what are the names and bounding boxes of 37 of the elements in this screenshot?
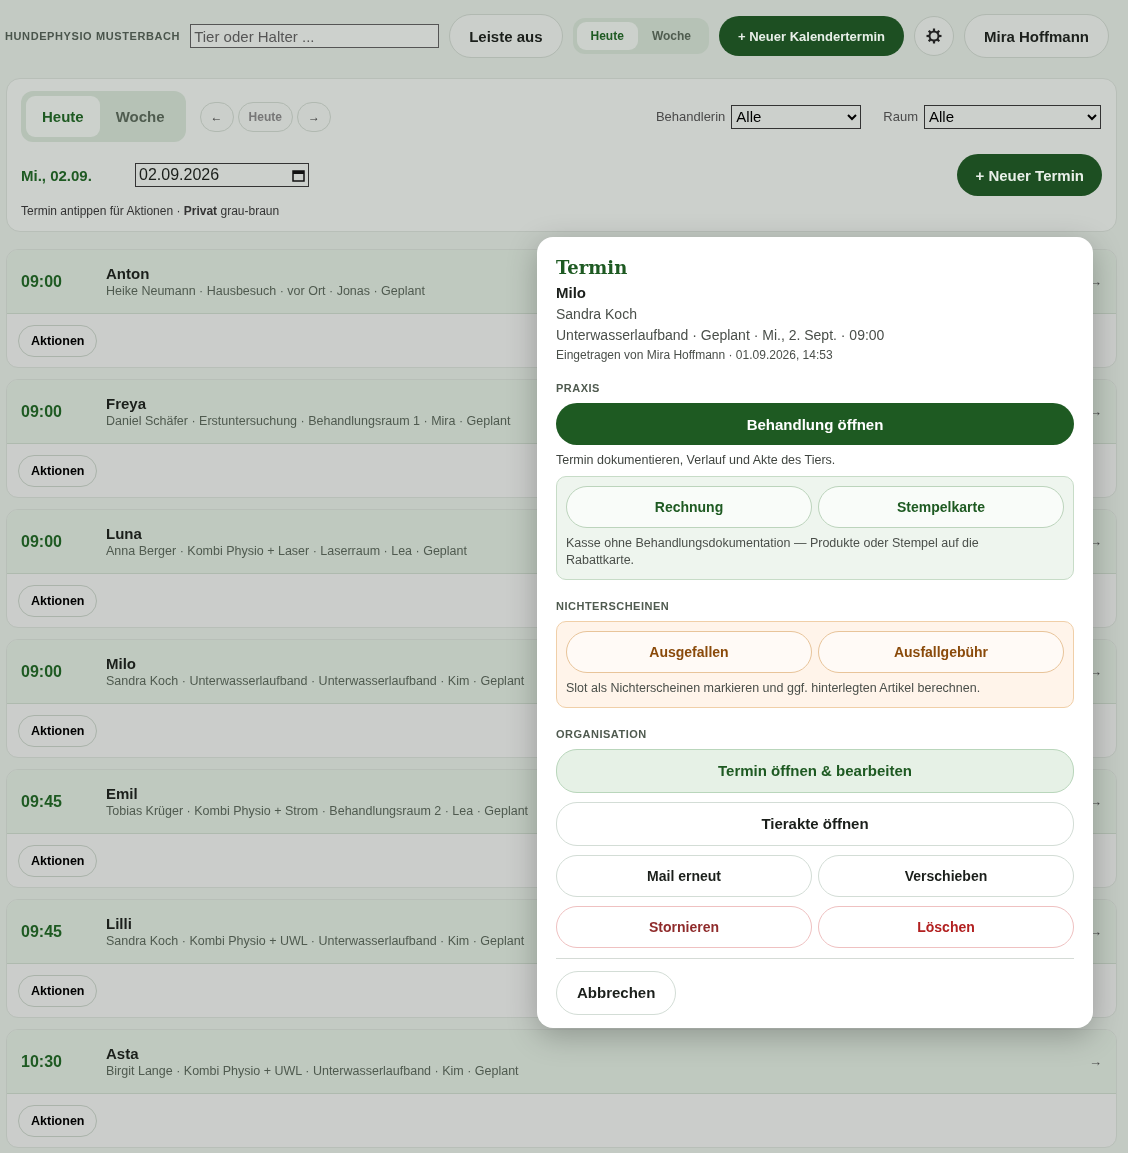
appointment-summary: Unterwasserlaufband · Geplant · Mi., 2. Sept. · 09:00 [556,327,886,343]
appointment-details: Heike Neumann · Hausbesuch · vor Ort · Jonas · Geplant [106,284,425,298]
appointment-details: Sandra Koch · Kombi Physio + UWL · Unterwasserlaufband · Kim · Geplant [106,934,525,948]
animal-name: Milo [106,655,137,672]
appointment-time: 09:00 [21,662,63,681]
helper-text: Termin dokumentieren, Verlauf und Akte des Tiers. [556,453,837,467]
appointment-time: 09:00 [21,532,63,551]
appointment-details: Anna Berger · Kombi Physio + Laser · Laserraum · Lea · Geplant [106,544,467,558]
appointment-details: Sandra Koch · Unterwasserlaufband · Unterwasserlaufband · Kim · Geplant [106,674,525,688]
section-heading: ORGANISATION [556,727,648,740]
section-heading: PRAXIS [556,382,601,394]
dialog-title: Termin [556,257,629,278]
entry-info: Eingetragen von Mira Hoffmann · 01.09.2026, 14:53 [556,348,834,362]
animal-name: Luna [106,525,143,542]
animal-name: Milo [556,284,587,301]
filter-label: Behandlerin [655,109,726,124]
hint-text: Termin antippen für Aktionen · Privat grau-braun [21,204,281,218]
date-label: Mi., 02.09. [21,166,93,184]
animal-name: Asta [106,1045,140,1062]
animal-name: Lilli [106,915,133,932]
animal-name: Anton [106,265,151,282]
appointment-time: 10:30 [21,1052,63,1071]
appointment-details: Daniel Schäfer · Erstuntersuchung · Behandlungsraum 1 · Mira · Geplant [106,414,511,428]
appointment-details: Tobias Krüger · Kombi Physio + Strom · Behandlungsraum 2 · Lea · Geplant [106,804,529,818]
animal-name: Freya [106,395,148,412]
appointment-time: 09:00 [21,402,63,421]
appointment-time: 09:45 [21,792,63,811]
animal-name: Emil [106,785,139,802]
helper-text: Slot als Nichterscheinen markieren und ggf. hinterlegten Artikel berechnen. [566,679,982,697]
appointment-time: 09:00 [21,272,63,291]
owner-name: Sandra Koch [556,306,638,322]
appointment-details: Birgit Lange · Kombi Physio + UWL · Unterwasserlaufband · Kim · Geplant [106,1064,519,1078]
helper-text: Kasse ohne Behandlungsdokumentation — Produkte oder Stempel auf die Rabattkarte. [566,535,980,569]
section-heading: NICHTERSCHEINEN [556,599,671,612]
brand-name: HUNDEPHYSIO MUSTERBACH [5,30,181,42]
filter-label: Raum [883,109,918,124]
appointment-time: 09:45 [21,922,63,941]
